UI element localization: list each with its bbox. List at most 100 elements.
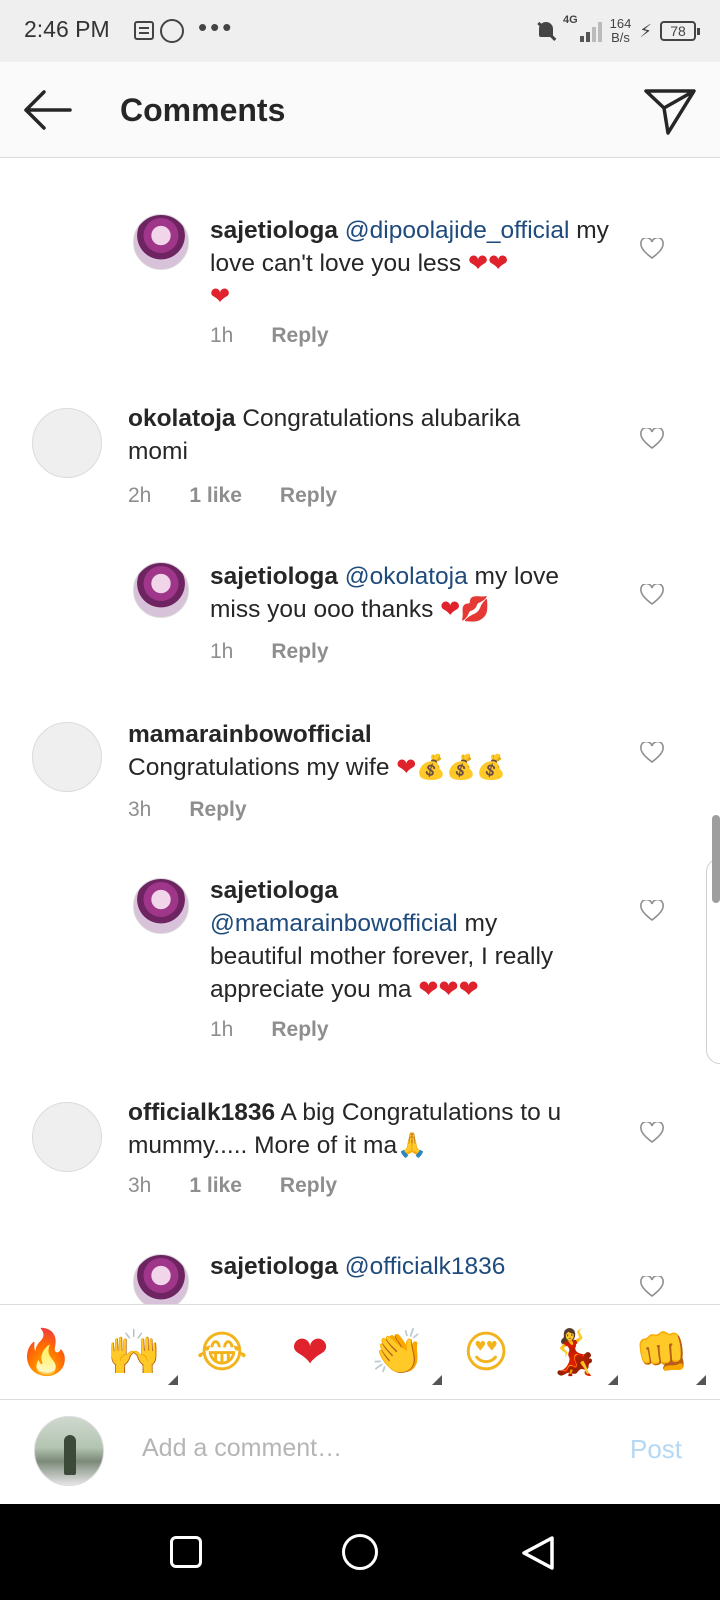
reply-button[interactable]: Reply <box>189 798 246 822</box>
comment-meta: 2h 1 like Reply <box>128 484 375 508</box>
comment-text-line3: beautiful mother forever, I really <box>210 943 554 970</box>
like-heart-icon[interactable] <box>640 900 664 922</box>
recents-icon[interactable] <box>170 1536 202 1568</box>
avatar[interactable] <box>32 408 102 478</box>
comment-username[interactable]: okolatoja <box>128 405 236 432</box>
battery-icon: 78 <box>660 21 700 41</box>
arrow-left-icon[interactable] <box>22 90 72 130</box>
comment-username[interactable]: sajetiologa <box>210 563 338 590</box>
my-avatar[interactable] <box>34 1416 104 1486</box>
avatar[interactable] <box>133 214 189 270</box>
comment-username[interactable]: mamarainbowofficial <box>128 721 372 748</box>
dancer-emoji: 💃 <box>546 1327 602 1378</box>
comment-mention[interactable]: @okolatoja <box>345 563 468 590</box>
reply-button[interactable]: Reply <box>271 1018 328 1042</box>
home-icon[interactable] <box>342 1534 378 1570</box>
comment-time: 3h <box>128 798 152 821</box>
comment-body: okolatoja Congratulations alubarika momi <box>128 402 618 468</box>
raising-hands-emoji: 🙌 <box>106 1327 162 1378</box>
like-heart-icon[interactable] <box>640 428 664 450</box>
speed-unit: B/s <box>611 30 630 45</box>
heart-moneybag-emoji: ❤💰💰💰 <box>396 753 507 781</box>
comment-username[interactable]: officialk1836 <box>128 1099 275 1126</box>
heart-kiss-emoji: ❤💋 <box>440 595 491 623</box>
comment-mention[interactable]: @officialk1836 <box>345 1253 506 1280</box>
comment-meta: 1h Reply <box>210 324 367 348</box>
reply-button[interactable]: Reply <box>280 1174 337 1198</box>
message-icon <box>134 21 154 40</box>
comment-input[interactable] <box>142 1434 582 1463</box>
more-dots-icon: ••• <box>198 12 235 42</box>
comment-username[interactable]: sajetiologa <box>210 1253 338 1280</box>
comment-time: 1h <box>210 640 234 663</box>
avatar[interactable] <box>133 1254 189 1304</box>
back-triangle-icon[interactable] <box>518 1534 558 1572</box>
paper-plane-icon[interactable] <box>644 86 696 136</box>
fire-emoji-button[interactable]: 🔥 <box>16 1323 76 1383</box>
comment-body: sajetiologa @dipoolajide_official my lov… <box>210 214 620 313</box>
praying-hands-emoji: 🙏 <box>397 1131 427 1159</box>
comment-text-line4: appreciate you ma <box>210 976 419 1003</box>
like-heart-icon[interactable] <box>640 238 664 260</box>
comment-text-line2: mummy..... More of it ma <box>128 1132 398 1159</box>
reply-button[interactable]: Reply <box>280 484 337 508</box>
comment-username[interactable]: sajetiologa <box>210 217 338 244</box>
red-heart-emoji-button[interactable]: ❤ <box>280 1323 340 1383</box>
clapping-emoji-button[interactable]: 👏 <box>368 1323 442 1385</box>
like-heart-icon[interactable] <box>640 742 664 764</box>
fist-emoji: 👊 <box>634 1327 690 1378</box>
comment-time: 2h <box>128 484 152 507</box>
avatar[interactable] <box>32 722 102 792</box>
like-heart-icon[interactable] <box>640 1122 664 1144</box>
comment-mention[interactable]: @mamarainbowofficial <box>210 910 458 937</box>
like-heart-icon[interactable] <box>640 584 664 606</box>
raising-hands-emoji-button[interactable]: 🙌 <box>104 1323 178 1385</box>
post-button[interactable]: Post <box>630 1434 682 1465</box>
heart-eyes-emoji-button[interactable]: 😍 <box>456 1323 516 1383</box>
network-speed: 164 B/s <box>610 17 632 45</box>
comment-body: mamarainbowofficial Congratulations my w… <box>128 718 618 784</box>
avatar[interactable] <box>32 1102 102 1172</box>
status-time: 2:46 PM <box>24 16 110 42</box>
comment-body: officialk1836 A big Congratulations to u… <box>128 1096 628 1162</box>
likes-count[interactable]: 1 like <box>189 1174 242 1198</box>
mute-icon <box>537 21 555 41</box>
dancer-emoji-button[interactable]: 💃 <box>544 1323 618 1385</box>
comment-meta: 3h 1 like Reply <box>128 1174 375 1198</box>
variant-indicator-icon <box>432 1375 442 1385</box>
comment-meta: 1h Reply <box>210 640 367 664</box>
comment-body: sajetiologa @mamarainbowofficial my beau… <box>210 874 630 1006</box>
speed-value: 164 <box>609 16 632 31</box>
comment-body: sajetiologa @officialk1836 <box>210 1250 630 1283</box>
comment-text: Congratulations alubarika <box>235 405 521 432</box>
whatsapp-icon <box>160 19 184 43</box>
comment-text: my love <box>467 563 559 590</box>
avatar[interactable] <box>133 562 189 618</box>
comment-meta: 1h Reply <box>210 1018 367 1042</box>
status-right: 4G 164 B/s ⚡ 78 <box>537 14 700 48</box>
avatar[interactable] <box>133 878 189 934</box>
emoji-quick-bar: 🔥 🙌 😂 ❤ 👏 😍 💃 👊 <box>0 1304 720 1400</box>
fist-emoji-button[interactable]: 👊 <box>632 1323 706 1385</box>
comment-text-line2: miss you ooo thanks <box>210 596 441 623</box>
tears-of-joy-emoji-button[interactable]: 😂 <box>192 1323 252 1383</box>
reply-button[interactable]: Reply <box>271 324 328 348</box>
variant-indicator-icon <box>696 1375 706 1385</box>
scrollbar-thumb[interactable] <box>712 815 720 903</box>
comment-mention[interactable]: @dipoolajide_official <box>345 217 570 244</box>
comment-meta: 3h Reply <box>128 798 285 822</box>
comment-username[interactable]: sajetiologa <box>210 877 338 904</box>
comment-body: sajetiologa @okolatoja my love miss you … <box>210 560 620 626</box>
comment-text-line2: momi <box>128 438 188 465</box>
comment-composer: Post <box>0 1400 720 1504</box>
likes-count[interactable]: 1 like <box>189 484 242 508</box>
clapping-emoji: 👏 <box>370 1327 426 1378</box>
heart-emoji: ❤ <box>210 282 231 310</box>
like-heart-icon[interactable] <box>640 1276 664 1298</box>
comment-list[interactable]: sajetiologa @dipoolajide_official my lov… <box>0 158 720 1304</box>
network-type: 4G <box>562 14 578 26</box>
reply-button[interactable]: Reply <box>271 640 328 664</box>
system-nav-bar <box>0 1504 720 1600</box>
heart-emoji: ❤❤ <box>467 249 509 277</box>
heart-emoji: ❤❤❤ <box>418 975 479 1003</box>
